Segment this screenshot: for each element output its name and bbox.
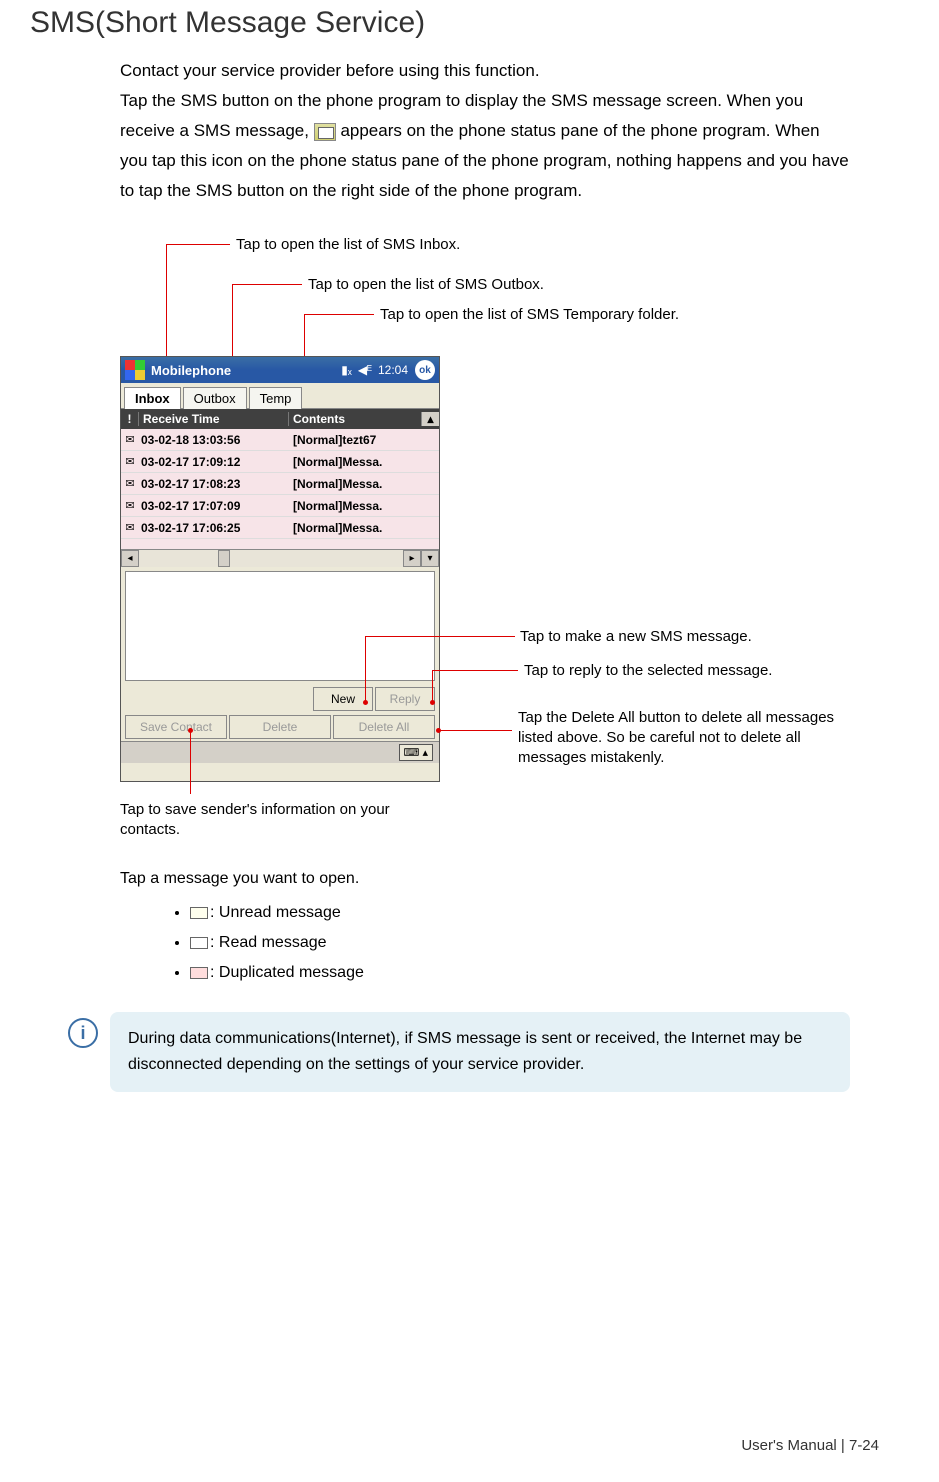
row-content: [Normal]tezt67 [289,433,421,447]
callout-line [432,670,433,702]
device-titlebar: Mobilephone ▮ₓ ◀ᴱ 12:04 ok [121,357,439,383]
callout-dot [430,700,435,705]
callout-line [166,244,230,245]
scroll-thumb[interactable] [218,550,230,567]
button-row-2: Save Contact Delete Delete All [121,713,439,741]
message-list: ✉ 03-02-18 13:03:56 [Normal]tezt67 ✉ 03-… [121,429,439,549]
callout-dot [188,728,193,733]
delete-all-button[interactable]: Delete All [333,715,435,739]
callout-outbox: Tap to open the list of SMS Outbox. [308,276,544,293]
callout-line [365,636,366,702]
mail-icon: ✉ [121,477,139,490]
legend-text: : Unread message [210,904,341,921]
callout-dot [363,700,368,705]
callout-line [190,732,191,794]
row-content: [Normal]Messa. [289,477,421,491]
list-item: : Duplicated message [190,958,364,988]
ok-button[interactable]: ok [415,360,435,380]
callout-dot [436,728,441,733]
clock-text: 12:04 [378,363,408,377]
scroll-right-button[interactable]: ▸ [403,550,421,567]
callout-line [232,284,302,285]
device-screenshot: Mobilephone ▮ₓ ◀ᴱ 12:04 ok Inbox Outbox … [120,356,440,782]
row-content: [Normal]Messa. [289,455,421,469]
tab-outbox[interactable]: Outbox [183,387,247,409]
button-row-1: New Reply [121,685,439,713]
row-content: [Normal]Messa. [289,521,421,535]
scroll-track[interactable] [139,550,403,567]
table-row[interactable]: ✉ 03-02-17 17:08:23 [Normal]Messa. [121,473,439,495]
signal-icon: ▮ₓ [341,363,352,377]
callout-save-contact: Tap to save sender's information on your… [120,800,400,840]
col-priority: ! [121,412,139,426]
row-time: 03-02-18 13:03:56 [139,433,289,447]
col-receive-time: Receive Time [139,412,289,426]
callout-reply-button: Tap to reply to the selected message. [524,662,772,679]
tab-temp[interactable]: Temp [249,387,303,409]
delete-button[interactable]: Delete [229,715,331,739]
callout-new-button: Tap to make a new SMS message. [520,628,752,645]
row-time: 03-02-17 17:06:25 [139,521,289,535]
scroll-left-button[interactable]: ◂ [121,550,139,567]
duplicated-message-icon [190,967,208,979]
list-item: : Unread message [190,898,364,928]
save-contact-button[interactable]: Save Contact [125,715,227,739]
table-row[interactable]: ✉ 03-02-17 17:09:12 [Normal]Messa. [121,451,439,473]
table-row[interactable]: ✉ 03-02-17 17:06:25 [Normal]Messa. [121,517,439,539]
tap-message-heading: Tap a message you want to open. [120,870,359,888]
reply-button[interactable]: Reply [375,687,435,711]
keyboard-icon[interactable]: ⌨ ▴ [399,744,433,761]
start-menu-icon[interactable] [125,360,145,380]
row-time: 03-02-17 17:09:12 [139,455,289,469]
callout-delete-all: Tap the Delete All button to delete all … [518,708,848,768]
legend-text: : Read message [210,934,327,951]
list-header: ! Receive Time Contents ▴ [121,409,439,429]
callout-line [304,314,374,315]
mail-icon: ✉ [121,455,139,468]
table-row[interactable]: ✉ 03-02-17 17:07:09 [Normal]Messa. [121,495,439,517]
new-button[interactable]: New [313,687,373,711]
intro-paragraph: Contact your service provider before usi… [120,56,850,206]
horizontal-scrollbar[interactable]: ◂ ▸ ▾ [121,549,439,567]
row-time: 03-02-17 17:08:23 [139,477,289,491]
scroll-up-button[interactable]: ▴ [421,412,439,426]
list-item: : Read message [190,928,364,958]
row-content: [Normal]Messa. [289,499,421,513]
callout-line [438,730,512,731]
info-icon: i [68,1018,98,1048]
row-time: 03-02-17 17:07:09 [139,499,289,513]
callout-line [365,636,515,637]
page-footer: User's Manual | 7-24 [741,1437,879,1454]
sip-bar: ⌨ ▴ [121,741,439,763]
table-row[interactable]: ✉ 03-02-18 13:03:56 [Normal]tezt67 [121,429,439,451]
mail-icon: ✉ [121,521,139,534]
page-title: SMS(Short Message Service) [30,6,425,40]
message-preview-pane [125,571,435,681]
tabs-row: Inbox Outbox Temp [121,383,439,409]
icon-legend-list: : Unread message : Read message : Duplic… [170,898,364,988]
read-message-icon [190,937,208,949]
mail-icon: ✉ [121,433,139,446]
note-box: During data communications(Internet), if… [110,1012,850,1092]
legend-text: : Duplicated message [210,964,364,981]
col-contents: Contents [289,412,421,426]
scroll-down-button[interactable]: ▾ [421,550,439,567]
unread-message-icon [190,907,208,919]
intro-line-1: Contact your service provider before usi… [120,61,540,80]
callout-temp: Tap to open the list of SMS Temporary fo… [380,306,679,323]
callout-line [432,670,518,671]
sms-notification-icon [314,123,336,141]
mail-icon: ✉ [121,499,139,512]
callout-inbox: Tap to open the list of SMS Inbox. [236,236,460,253]
tab-inbox[interactable]: Inbox [124,387,181,409]
app-title: Mobilephone [151,363,338,378]
volume-icon: ◀ᴱ [358,363,372,377]
